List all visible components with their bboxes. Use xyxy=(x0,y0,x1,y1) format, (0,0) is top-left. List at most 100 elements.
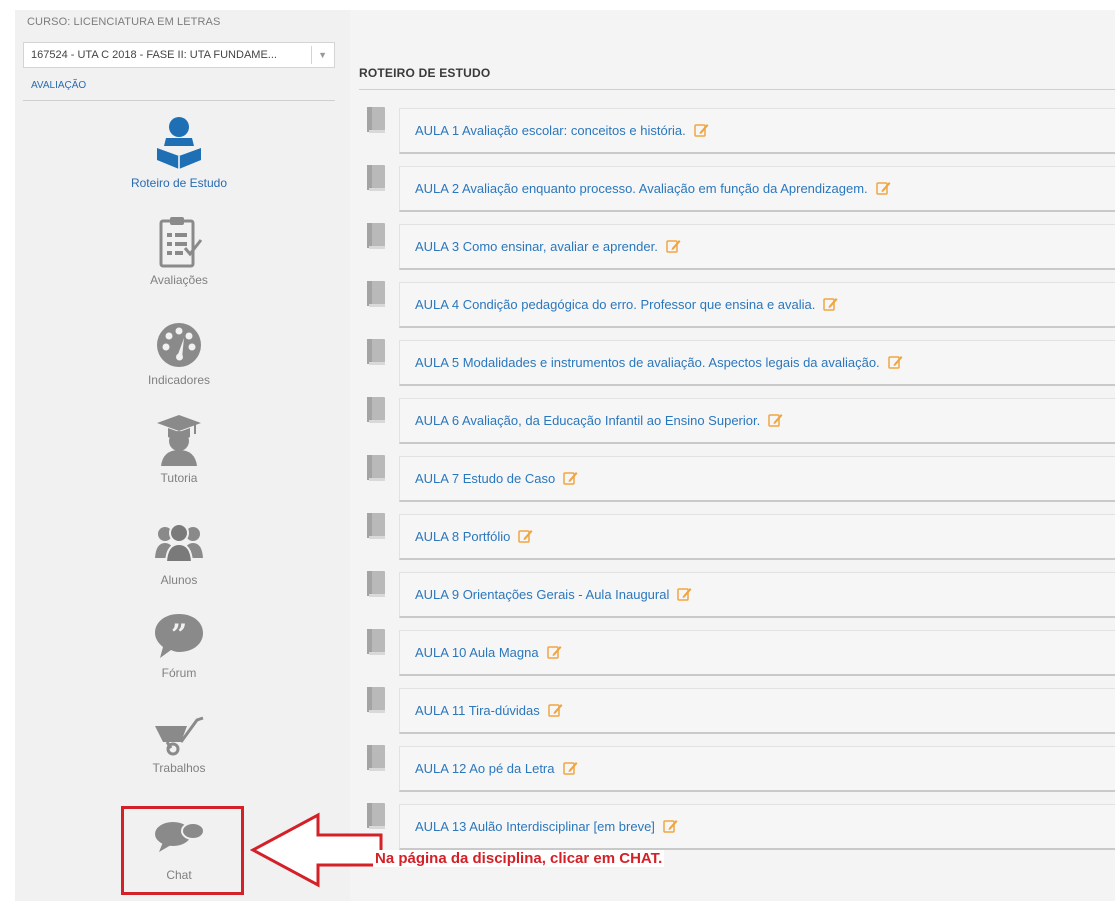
red-arrow-icon xyxy=(250,812,383,888)
lesson-card[interactable]: AULA 3 Como ensinar, avaliar e aprender. xyxy=(399,224,1115,270)
lesson-item[interactable]: AULA 3 Como ensinar, avaliar e aprender. xyxy=(359,223,1115,270)
clipboard-checklist-icon xyxy=(159,217,203,268)
lesson-link[interactable]: AULA 7 Estudo de Caso xyxy=(415,471,578,486)
lesson-link[interactable]: AULA 13 Aulão Interdisciplinar [em breve… xyxy=(415,819,678,834)
course-select[interactable]: 167524 - UTA C 2018 - FASE II: UTA FUNDA… xyxy=(23,42,335,68)
lesson-title: AULA 4 Condição pedagógica do erro. Prof… xyxy=(415,297,816,312)
lesson-card[interactable]: AULA 7 Estudo de Caso xyxy=(399,456,1115,502)
nav-avaliacoes[interactable]: Avaliações xyxy=(23,216,335,287)
lesson-card[interactable]: AULA 9 Orientações Gerais - Aula Inaugur… xyxy=(399,572,1115,618)
edit-icon[interactable] xyxy=(666,239,681,253)
lesson-link[interactable]: AULA 10 Aula Magna xyxy=(415,645,562,660)
lesson-link[interactable]: AULA 8 Portfólio xyxy=(415,529,533,544)
lesson-item[interactable]: AULA 9 Orientações Gerais - Aula Inaugur… xyxy=(359,571,1115,618)
course-select-value: 167524 - UTA C 2018 - FASE II: UTA FUNDA… xyxy=(31,49,277,61)
nav-indicadores[interactable]: Indicadores xyxy=(23,322,335,387)
book-icon xyxy=(367,397,385,423)
edit-icon[interactable] xyxy=(768,413,783,427)
lesson-link[interactable]: AULA 9 Orientações Gerais - Aula Inaugur… xyxy=(415,587,692,602)
lesson-item[interactable]: AULA 5 Modalidades e instrumentos de ava… xyxy=(359,339,1115,386)
lesson-item[interactable]: AULA 2 Avaliação enquanto processo. Aval… xyxy=(359,165,1115,212)
lesson-link[interactable]: AULA 3 Como ensinar, avaliar e aprender. xyxy=(415,239,681,254)
lesson-link[interactable]: AULA 1 Avaliação escolar: conceitos e hi… xyxy=(415,123,709,138)
course-label: CURSO: LICENCIATURA EM LETRAS xyxy=(27,16,221,28)
edit-icon[interactable] xyxy=(663,819,678,833)
sidebar-divider xyxy=(23,100,335,101)
left-margin xyxy=(0,0,15,901)
study-guide-icon xyxy=(157,117,201,169)
book-icon xyxy=(367,107,385,133)
top-band xyxy=(0,0,1115,10)
book-icon xyxy=(367,745,385,771)
lesson-title: AULA 1 Avaliação escolar: conceitos e hi… xyxy=(415,123,686,138)
edit-icon[interactable] xyxy=(677,587,692,601)
edit-icon[interactable] xyxy=(887,355,903,369)
edit-icon[interactable] xyxy=(563,471,578,485)
book-icon xyxy=(367,629,385,655)
lesson-title: AULA 7 Estudo de Caso xyxy=(415,471,556,486)
book-icon xyxy=(367,513,385,539)
annotation-text: Na página da disciplina, clicar em CHAT. xyxy=(373,850,665,867)
lesson-item[interactable]: AULA 7 Estudo de Caso xyxy=(359,455,1115,502)
lesson-item[interactable]: AULA 13 Aulão Interdisciplinar [em breve… xyxy=(359,803,1115,850)
nav-forum[interactable]: ” Fórum xyxy=(23,612,335,680)
nav-label: Indicadores xyxy=(147,373,211,387)
lesson-item[interactable]: AULA 1 Avaliação escolar: conceitos e hi… xyxy=(359,107,1115,154)
lesson-link[interactable]: AULA 6 Avaliação, da Educação Infantil a… xyxy=(415,413,783,428)
edit-icon[interactable] xyxy=(518,529,533,543)
lesson-item[interactable]: AULA 8 Portfólio xyxy=(359,513,1115,560)
edit-icon[interactable] xyxy=(548,703,563,717)
book-icon xyxy=(367,165,385,191)
lesson-item[interactable]: AULA 11 Tira-dúvidas xyxy=(359,687,1115,734)
chevron-down-icon[interactable]: ▼ xyxy=(318,50,327,60)
lesson-card[interactable]: AULA 6 Avaliação, da Educação Infantil a… xyxy=(399,398,1115,444)
lesson-link[interactable]: AULA 12 Ao pé da Letra xyxy=(415,761,578,776)
lesson-link[interactable]: AULA 4 Condição pedagógica do erro. Prof… xyxy=(415,297,838,312)
book-icon xyxy=(367,281,385,307)
lesson-card[interactable]: AULA 12 Ao pé da Letra xyxy=(399,746,1115,792)
edit-icon[interactable] xyxy=(546,645,562,659)
select-divider xyxy=(311,46,312,64)
lesson-item[interactable]: AULA 6 Avaliação, da Educação Infantil a… xyxy=(359,397,1115,444)
lesson-link[interactable]: AULA 5 Modalidades e instrumentos de ava… xyxy=(415,355,903,370)
lesson-item[interactable]: AULA 10 Aula Magna xyxy=(359,629,1115,676)
book-icon xyxy=(367,223,385,249)
discipline-link[interactable]: AVALIAÇÃO xyxy=(31,80,86,91)
lesson-card[interactable]: AULA 2 Avaliação enquanto processo. Aval… xyxy=(399,166,1115,212)
lesson-card[interactable]: AULA 1 Avaliação escolar: conceitos e hi… xyxy=(399,108,1115,154)
wheelbarrow-icon xyxy=(155,716,204,756)
nav-label: Fórum xyxy=(161,666,197,680)
lesson-card[interactable]: AULA 4 Condição pedagógica do erro. Prof… xyxy=(399,282,1115,328)
lesson-item[interactable]: AULA 12 Ao pé da Letra xyxy=(359,745,1115,792)
lesson-card[interactable]: AULA 5 Modalidades e instrumentos de ava… xyxy=(399,340,1115,386)
lesson-card[interactable]: AULA 10 Aula Magna xyxy=(399,630,1115,676)
lesson-title: AULA 12 Ao pé da Letra xyxy=(415,761,555,776)
nav-trabalhos[interactable]: Trabalhos xyxy=(23,714,335,775)
nav-tutoria[interactable]: Tutoria xyxy=(23,414,335,485)
lesson-title: AULA 11 Tira-dúvidas xyxy=(415,703,540,718)
lesson-title: AULA 3 Como ensinar, avaliar e aprender. xyxy=(415,239,658,254)
book-icon xyxy=(367,455,385,481)
edit-icon[interactable] xyxy=(823,297,838,311)
lesson-link[interactable]: AULA 2 Avaliação enquanto processo. Aval… xyxy=(415,181,891,196)
edit-icon[interactable] xyxy=(694,123,709,137)
nav-label: Trabalhos xyxy=(152,761,206,775)
nav-roteiro-de-estudo[interactable]: Roteiro de Estudo xyxy=(23,114,335,190)
nav-label: Tutoria xyxy=(160,471,198,485)
lesson-card[interactable]: AULA 13 Aulão Interdisciplinar [em breve… xyxy=(399,804,1115,850)
nav-alunos[interactable]: Alunos xyxy=(23,520,335,587)
lesson-title: AULA 9 Orientações Gerais - Aula Inaugur… xyxy=(415,587,670,602)
lesson-item[interactable]: AULA 4 Condição pedagógica do erro. Prof… xyxy=(359,281,1115,328)
section-title: ROTEIRO DE ESTUDO xyxy=(359,66,491,80)
lesson-title: AULA 8 Portfólio xyxy=(415,529,511,544)
lesson-card[interactable]: AULA 11 Tira-dúvidas xyxy=(399,688,1115,734)
lesson-title: AULA 10 Aula Magna xyxy=(415,645,539,660)
edit-icon[interactable] xyxy=(562,761,578,775)
lesson-link[interactable]: AULA 11 Tira-dúvidas xyxy=(415,703,563,718)
nav-label: Alunos xyxy=(160,573,198,587)
lesson-title: AULA 13 Aulão Interdisciplinar [em breve… xyxy=(415,819,655,834)
book-icon xyxy=(367,339,385,365)
lesson-card[interactable]: AULA 8 Portfólio xyxy=(399,514,1115,560)
highlight-box xyxy=(121,806,244,895)
edit-icon[interactable] xyxy=(875,181,891,195)
